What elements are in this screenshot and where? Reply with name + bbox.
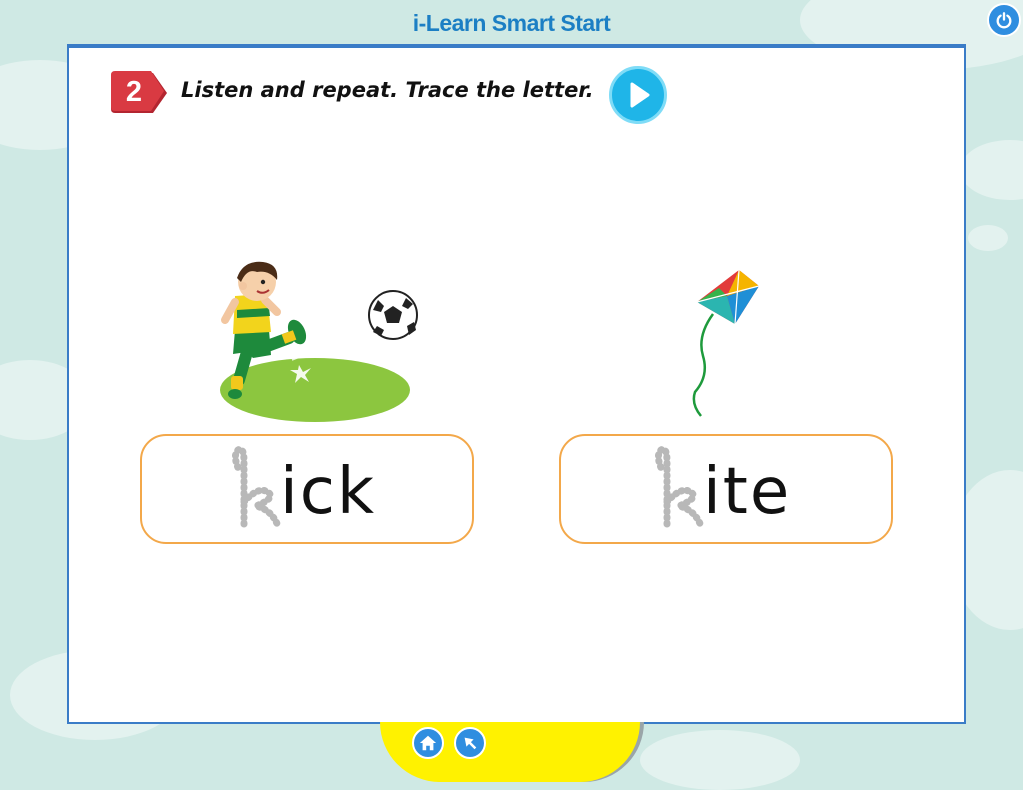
app-title: i-Learn Smart Start bbox=[412, 10, 611, 36]
home-icon bbox=[419, 735, 437, 751]
word-kite: k ite bbox=[561, 442, 891, 538]
word-kick: k ick bbox=[142, 442, 472, 538]
word-rest-text: ick bbox=[280, 455, 377, 529]
activity-panel: 2 Listen and repeat. Trace the letter. i… bbox=[67, 44, 966, 724]
bottom-nav-bar bbox=[380, 722, 640, 782]
background-cloud bbox=[968, 225, 1008, 251]
word-box-kick[interactable]: k ick bbox=[140, 434, 474, 544]
activity-instruction: Listen and repeat. Trace the letter. bbox=[181, 78, 594, 102]
back-icon bbox=[464, 737, 477, 750]
activity-number-badge: 2 bbox=[109, 70, 169, 116]
power-icon bbox=[996, 12, 1012, 29]
home-button[interactable] bbox=[412, 727, 444, 759]
back-button[interactable] bbox=[454, 727, 486, 759]
play-audio-icon bbox=[630, 82, 650, 108]
background-cloud bbox=[960, 140, 1023, 200]
background-cloud bbox=[640, 730, 800, 790]
activity-number: 2 bbox=[125, 76, 143, 108]
play-audio-button[interactable] bbox=[609, 66, 667, 124]
kite-image bbox=[692, 269, 760, 417]
word-rest-text: ite bbox=[703, 455, 792, 529]
word-box-kite[interactable]: k ite bbox=[559, 434, 893, 544]
power-button[interactable] bbox=[987, 3, 1021, 37]
boy-kicking-ball-image bbox=[220, 261, 418, 422]
